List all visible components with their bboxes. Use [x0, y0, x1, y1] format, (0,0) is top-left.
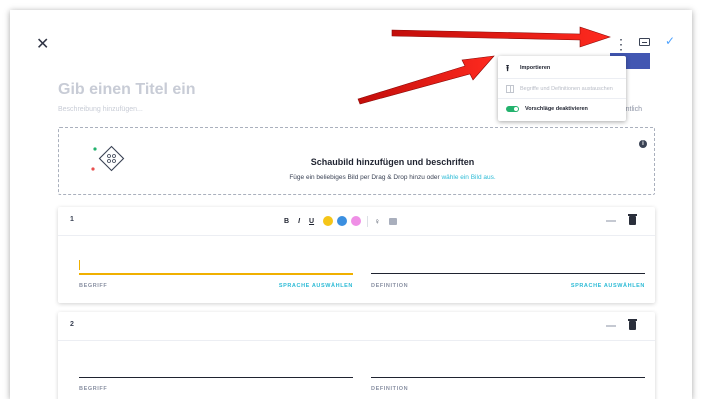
- microphone-icon[interactable]: ♀: [374, 217, 380, 226]
- close-icon[interactable]: ✕: [36, 34, 49, 54]
- title-input[interactable]: Gib einen Titel ein: [58, 81, 196, 99]
- menu-item-swap-terms[interactable]: Begriffe und Definitionen austauschen: [498, 78, 626, 98]
- menu-item-label: Begriffe und Definitionen austauschen: [520, 85, 613, 92]
- menu-item-import[interactable]: Importieren: [498, 58, 626, 78]
- info-icon[interactable]: i: [639, 140, 647, 148]
- description-input[interactable]: Beschreibung hinzufügen...: [58, 106, 143, 113]
- color-yellow-button[interactable]: [323, 216, 334, 226]
- definition-label: DEFINITION: [371, 283, 409, 289]
- color-pink-button[interactable]: [351, 216, 362, 226]
- term-language-select[interactable]: SPRACHE AUSWÄHLEN: [253, 283, 353, 289]
- card-header: 2: [58, 312, 655, 341]
- image-icon[interactable]: [389, 217, 398, 225]
- choose-image-link[interactable]: wähle ein Bild aus.: [441, 174, 495, 181]
- menu-item-label: Vorschläge deaktivieren: [525, 105, 588, 112]
- color-blue-button[interactable]: [337, 216, 348, 226]
- keyboard-icon[interactable]: [639, 38, 650, 46]
- diagram-subtitle: Füge ein beliebiges Bild per Drag & Drop…: [59, 174, 656, 181]
- upload-icon: [506, 61, 514, 77]
- menu-item-disable-suggestions[interactable]: Vorschläge deaktivieren: [498, 98, 626, 118]
- drag-handle-icon[interactable]: [606, 325, 616, 327]
- italic-button[interactable]: I: [298, 218, 300, 225]
- bold-button[interactable]: B: [284, 218, 289, 225]
- term-card: 1 B I U ♀ BEGRIFF SPRACHE AUSWÄHLEN DEFI…: [58, 207, 655, 303]
- editor-window: ✕ Gib einen Titel ein Beschreibung hinzu…: [10, 10, 692, 399]
- term-input[interactable]: [79, 377, 353, 378]
- term-input[interactable]: [79, 273, 353, 275]
- term-label: BEGRIFF: [79, 283, 108, 289]
- definition-label: DEFINITION: [371, 386, 409, 392]
- definition-input[interactable]: [371, 273, 645, 274]
- definition-language-select[interactable]: SPRACHE AUSWÄHLEN: [545, 283, 645, 289]
- underline-button[interactable]: U: [309, 218, 314, 225]
- drag-handle-icon[interactable]: [606, 220, 616, 222]
- card-number: 1: [70, 216, 74, 223]
- options-menu: Importieren Begriffe und Definitionen au…: [498, 56, 626, 121]
- format-toolbar: B I U ♀: [284, 213, 398, 229]
- text-cursor: [79, 260, 80, 270]
- card-header: 1 B I U ♀: [58, 207, 655, 236]
- check-icon[interactable]: ✓: [665, 34, 675, 48]
- trash-icon[interactable]: [628, 319, 637, 330]
- menu-item-label: Importieren: [520, 65, 551, 71]
- term-label: BEGRIFF: [79, 386, 108, 392]
- divider: [367, 215, 369, 227]
- more-options-icon[interactable]: ⋮: [613, 35, 629, 53]
- card-number: 2: [70, 321, 74, 328]
- swap-panel-icon: [506, 84, 514, 93]
- diagram-subtitle-text: Füge ein beliebiges Bild per Drag & Drop…: [289, 174, 442, 181]
- trash-icon[interactable]: [628, 214, 637, 225]
- toggle-icon[interactable]: [506, 105, 519, 112]
- term-card: 2 BEGRIFF DEFINITION: [58, 312, 655, 399]
- diagram-dropzone[interactable]: i Schaubild hinzufügen und beschriften F…: [58, 127, 655, 195]
- diagram-title: Schaubild hinzufügen und beschriften: [310, 157, 475, 167]
- definition-input[interactable]: [371, 377, 645, 378]
